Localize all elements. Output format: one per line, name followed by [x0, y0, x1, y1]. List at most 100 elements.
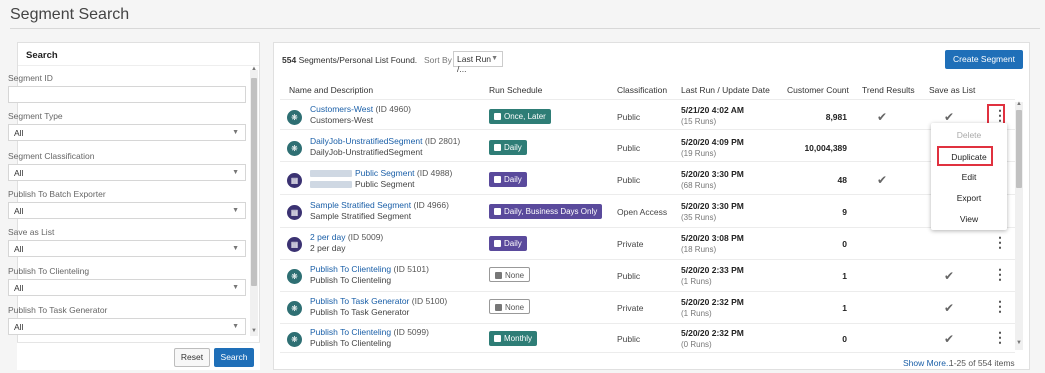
clienteling-select[interactable]: All ▼ [8, 279, 246, 296]
menu-item-view[interactable]: View [931, 214, 1007, 224]
run-schedule-badge: Once, Later [489, 109, 551, 124]
calendar-icon [494, 208, 501, 215]
results-scrollbar[interactable] [1015, 102, 1023, 350]
sort-select[interactable]: Last Run /... ▼ [453, 51, 503, 74]
scroll-down-icon[interactable]: ▼ [251, 328, 257, 334]
classification: Public [617, 143, 641, 153]
scrollbar-thumb[interactable] [251, 78, 257, 286]
run-count: (1 Runs) [681, 277, 712, 286]
classification: Public [617, 175, 641, 185]
run-schedule-badge: None [489, 299, 531, 314]
segment-name-link[interactable]: Sample Stratified Segment (ID 4966) [310, 200, 449, 210]
segment-type-icon: ❋ [287, 269, 302, 284]
run-schedule-badge: None [489, 267, 531, 282]
classification: Public [617, 112, 641, 122]
column-header-last-run: Last Run / Update Date [681, 85, 770, 95]
menu-item-edit[interactable]: Edit [931, 172, 1007, 182]
run-count: (15 Runs) [681, 117, 717, 126]
menu-item-delete[interactable]: Delete [931, 130, 1007, 140]
row-actions-icon[interactable]: ⋮ [993, 298, 1007, 315]
run-schedule-badge: Daily [489, 140, 527, 155]
segment-type-icon: ❋ [287, 110, 302, 125]
title-divider [10, 28, 1040, 29]
menu-item-export[interactable]: Export [931, 193, 1007, 203]
segment-name-link[interactable]: Customers-West (ID 4960) [310, 104, 411, 114]
row-divider [280, 323, 1015, 324]
segment-name-link[interactable]: DailyJob-UnstratifiedSegment (ID 2801) [310, 136, 460, 146]
scroll-down-icon[interactable]: ▼ [1016, 340, 1022, 346]
segment-description: Sample Stratified Segment [310, 211, 412, 221]
filter-scrollbar[interactable] [250, 70, 258, 336]
segment-type-icon: ▦ [287, 205, 302, 220]
last-run-date: 5/20/20 3:30 PM [681, 201, 744, 211]
segment-id-input[interactable] [8, 86, 246, 103]
customer-count: 9 [842, 207, 847, 217]
segment-name-link[interactable]: Publish To Task Generator (ID 5100) [310, 296, 447, 306]
customer-count: 0 [842, 334, 847, 344]
customer-count: 1 [842, 271, 847, 281]
run-count: (35 Runs) [681, 213, 717, 222]
save-as-list-select[interactable]: All ▼ [8, 240, 246, 257]
calendar-icon [494, 240, 501, 247]
filter-label-save-as-list: Save as List [8, 227, 55, 237]
chevron-down-icon: ▼ [232, 129, 239, 136]
row-actions-icon[interactable]: ⋮ [993, 266, 1007, 283]
customer-count: 0 [842, 239, 847, 249]
create-segment-button[interactable]: Create Segment [945, 50, 1023, 69]
segment-type-icon: ▦ [287, 237, 302, 252]
row-divider [280, 291, 1015, 292]
task-generator-select[interactable]: All ▼ [8, 318, 246, 335]
filter-label-batch-exporter: Publish To Batch Exporter [8, 189, 106, 199]
segment-name-link[interactable]: Publish To Clienteling (ID 5101) [310, 264, 429, 274]
save-list-check-icon: ✔ [944, 332, 955, 346]
segment-name-link[interactable]: 2 per day (ID 5009) [310, 232, 383, 242]
run-schedule-badge: Daily [489, 236, 527, 251]
classification: Public [617, 334, 641, 344]
run-count: (19 Runs) [681, 149, 717, 158]
segment-description: Publish To Clienteling [310, 275, 392, 285]
customer-count: 8,981 [825, 112, 847, 122]
row-divider [280, 129, 1015, 130]
segment-type-select[interactable]: All ▼ [8, 124, 246, 141]
save-list-check-icon: ✔ [944, 301, 955, 315]
search-button[interactable]: Search [214, 348, 254, 367]
reset-button[interactable]: Reset [174, 348, 210, 367]
run-count: (0 Runs) [681, 340, 712, 349]
segment-description: Customers-West [310, 115, 374, 125]
calendar-icon [495, 272, 502, 279]
run-schedule-badge: Daily, Business Days Only [489, 204, 603, 219]
scroll-up-icon[interactable]: ▲ [1016, 101, 1022, 107]
run-count: (18 Runs) [681, 245, 717, 254]
last-run-date: 5/21/20 4:02 AM [681, 105, 744, 115]
segment-name-link[interactable]: Publish To Clienteling (ID 5099) [310, 327, 429, 337]
calendar-icon [494, 144, 501, 151]
batch-exporter-select[interactable]: All ▼ [8, 202, 246, 219]
last-run-date: 5/20/20 3:30 PM [681, 169, 744, 179]
filter-label-clienteling: Publish To Clienteling [8, 266, 90, 276]
row-actions-icon[interactable]: ⋮ [993, 329, 1007, 346]
segment-name-link[interactable]: Public Segment (ID 4988) [310, 168, 452, 178]
customer-count: 10,004,389 [804, 143, 847, 153]
show-more-link[interactable]: Show More... [903, 358, 953, 368]
customer-count: 48 [837, 175, 847, 185]
sort-label: Sort By [424, 55, 452, 65]
row-divider [280, 227, 1015, 228]
row-actions-menu: Delete Duplicate Edit Export View [931, 123, 1007, 230]
run-count: (68 Runs) [681, 181, 717, 190]
row-actions-icon[interactable]: ⋮ [993, 234, 1007, 251]
segment-classification-select[interactable]: All ▼ [8, 164, 246, 181]
column-header-classification: Classification [617, 85, 668, 95]
filter-label-segment-id: Segment ID [8, 73, 53, 83]
save-list-check-icon: ✔ [944, 110, 955, 124]
scroll-up-icon[interactable]: ▲ [251, 66, 257, 72]
last-run-date: 5/20/20 2:33 PM [681, 265, 744, 275]
segment-description: Publish To Task Generator [310, 307, 410, 317]
segment-description: Publish To Clienteling [310, 338, 392, 348]
run-schedule-badge: Monthly [489, 331, 538, 346]
column-header-trend-results: Trend Results [862, 85, 915, 95]
calendar-icon [495, 304, 502, 311]
scrollbar-thumb[interactable] [1016, 110, 1022, 188]
calendar-icon [494, 335, 501, 342]
column-header-save-as-list: Save as List [929, 85, 976, 95]
classification: Private [617, 303, 644, 313]
